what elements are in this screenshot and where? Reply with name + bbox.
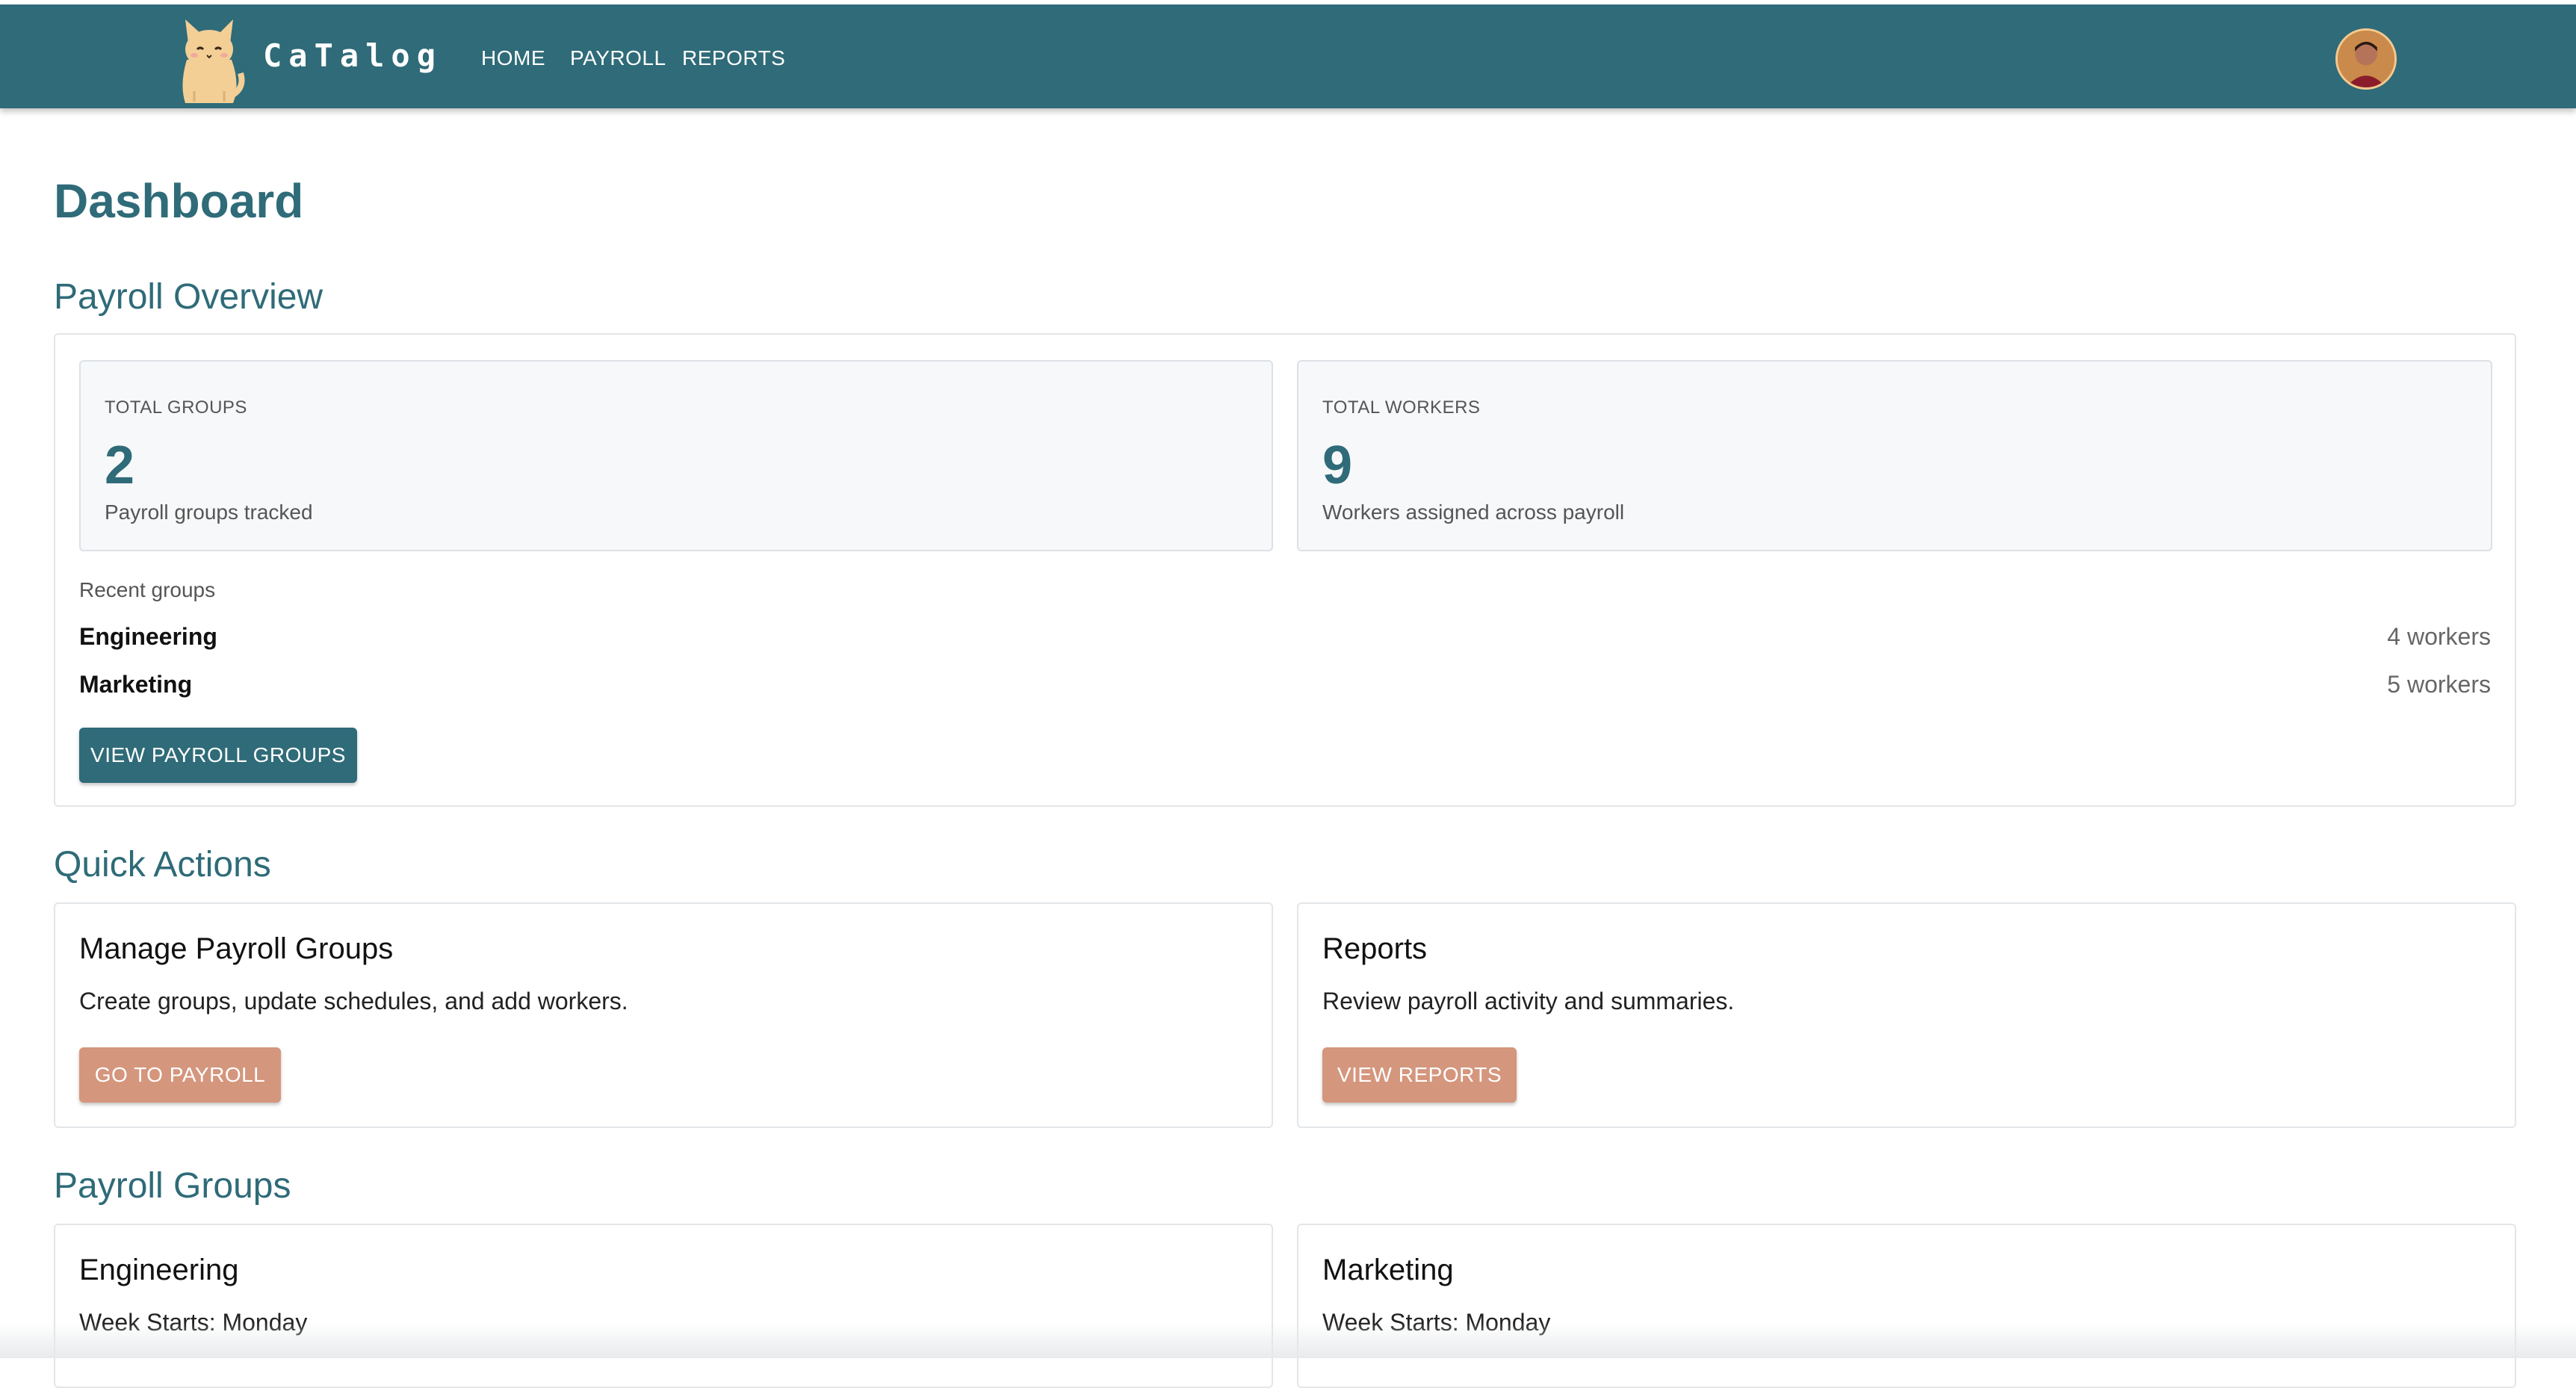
card-description: Create groups, update schedules, and add… bbox=[79, 988, 628, 1014]
payroll-group-card[interactable]: Marketing Week Starts: Monday bbox=[1297, 1224, 2516, 1388]
stat-label: TOTAL GROUPS bbox=[105, 397, 247, 418]
payroll-groups-heading: Payroll Groups bbox=[54, 1166, 291, 1206]
recent-group-name: Engineering bbox=[79, 623, 217, 650]
view-payroll-groups-button[interactable]: VIEW PAYROLL GROUPS bbox=[79, 728, 357, 783]
stat-value: 9 bbox=[1322, 436, 1353, 495]
card-description: Review payroll activity and summaries. bbox=[1322, 988, 1735, 1014]
recent-group-count: 4 workers bbox=[2387, 623, 2491, 650]
recent-groups-label: Recent groups bbox=[79, 578, 216, 601]
brand-name[interactable]: CaTalog bbox=[263, 37, 442, 74]
payroll-overview-heading: Payroll Overview bbox=[54, 277, 323, 317]
card-title: Manage Payroll Groups bbox=[79, 932, 394, 965]
reports-card: Reports Review payroll activity and summ… bbox=[1297, 902, 2516, 1128]
view-reports-button[interactable]: VIEW REPORTS bbox=[1322, 1047, 1517, 1103]
stat-subtitle: Workers assigned across payroll bbox=[1322, 501, 1625, 524]
group-name: Engineering bbox=[79, 1254, 239, 1286]
stat-label: TOTAL WORKERS bbox=[1322, 397, 1481, 418]
total-groups-card: TOTAL GROUPS 2 Payroll groups tracked bbox=[79, 360, 1273, 551]
payroll-group-card[interactable]: Engineering Week Starts: Monday bbox=[54, 1224, 1273, 1388]
quick-actions-heading: Quick Actions bbox=[54, 845, 271, 884]
nav-reports[interactable]: REPORTS bbox=[682, 46, 785, 70]
stat-value: 2 bbox=[105, 436, 135, 495]
nav-home[interactable]: HOME bbox=[481, 46, 545, 70]
group-name: Marketing bbox=[1322, 1254, 1454, 1286]
recent-group-name: Marketing bbox=[79, 671, 193, 698]
card-title: Reports bbox=[1322, 932, 1428, 965]
payroll-overview-panel: TOTAL GROUPS 2 Payroll groups tracked TO… bbox=[54, 333, 2516, 807]
manage-payroll-card: Manage Payroll Groups Create groups, upd… bbox=[54, 902, 1273, 1128]
total-workers-card: TOTAL WORKERS 9 Workers assigned across … bbox=[1297, 360, 2492, 551]
top-navbar: CaTalog HOME PAYROLL REPORTS bbox=[0, 0, 2576, 108]
page-title: Dashboard bbox=[54, 174, 304, 228]
nav-payroll[interactable]: PAYROLL bbox=[570, 46, 666, 70]
cat-logo-icon[interactable] bbox=[172, 13, 247, 107]
user-avatar[interactable] bbox=[2335, 28, 2397, 90]
stat-subtitle: Payroll groups tracked bbox=[105, 501, 313, 524]
recent-group-count: 5 workers bbox=[2387, 671, 2491, 698]
bottom-scroll-fade bbox=[0, 1322, 2576, 1358]
go-to-payroll-button[interactable]: GO TO PAYROLL bbox=[79, 1047, 281, 1103]
